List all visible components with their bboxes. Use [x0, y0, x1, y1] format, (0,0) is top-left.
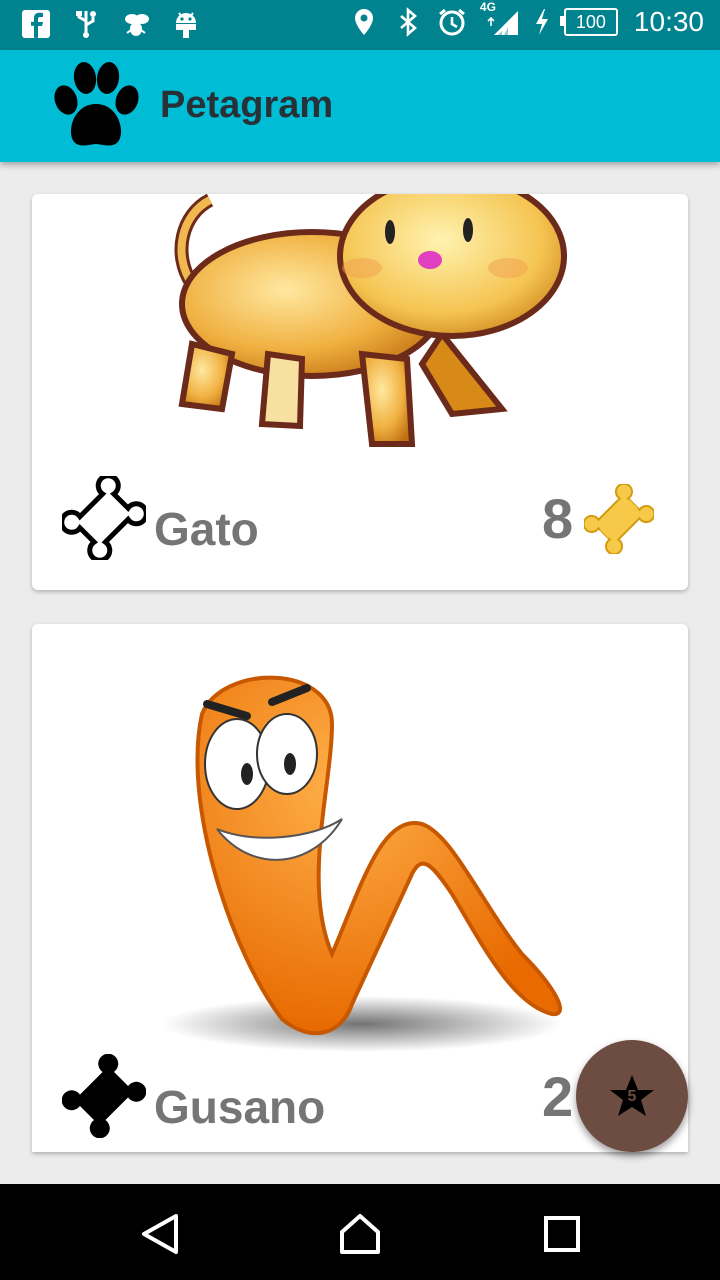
golden-bone-icon — [584, 484, 654, 554]
facebook-icon — [20, 8, 52, 40]
android-icon — [170, 8, 202, 40]
bug-icon — [120, 8, 152, 40]
clock: 10:30 — [633, 6, 704, 37]
fab-badge: 5 — [627, 1088, 637, 1105]
alarm-icon — [436, 6, 468, 38]
paw-icon — [46, 56, 146, 156]
navigation-bar — [0, 1184, 720, 1280]
back-button[interactable] — [138, 1212, 182, 1256]
like-count: 8 — [542, 487, 574, 550]
pet-name: Gusano — [154, 1081, 326, 1133]
like-count: 2 — [542, 1065, 574, 1128]
home-button[interactable] — [338, 1212, 382, 1256]
battery-indicator: 100 — [559, 8, 618, 36]
usb-icon — [70, 8, 102, 40]
bluetooth-icon — [392, 6, 424, 38]
app-bar: Petagram — [0, 50, 720, 162]
battery-level: 100 — [575, 11, 606, 32]
location-icon — [348, 6, 380, 38]
worm-image — [162, 675, 563, 1052]
pet-card-gato[interactable]: Gato 8 — [32, 194, 688, 590]
pet-name: Gato — [154, 503, 259, 555]
app-title: Petagram — [160, 84, 334, 126]
network-label: 4G — [479, 0, 496, 14]
status-bar: 4G 100 10:30 — [0, 0, 720, 50]
bone-filled-icon[interactable] — [62, 1054, 146, 1138]
favorites-fab[interactable]: 5 — [576, 1040, 688, 1152]
recents-button[interactable] — [540, 1212, 584, 1256]
bone-outline-icon[interactable] — [62, 476, 146, 560]
cat-image — [174, 194, 567, 447]
charging-icon — [532, 6, 552, 38]
signal-icon: 4G — [480, 0, 520, 38]
